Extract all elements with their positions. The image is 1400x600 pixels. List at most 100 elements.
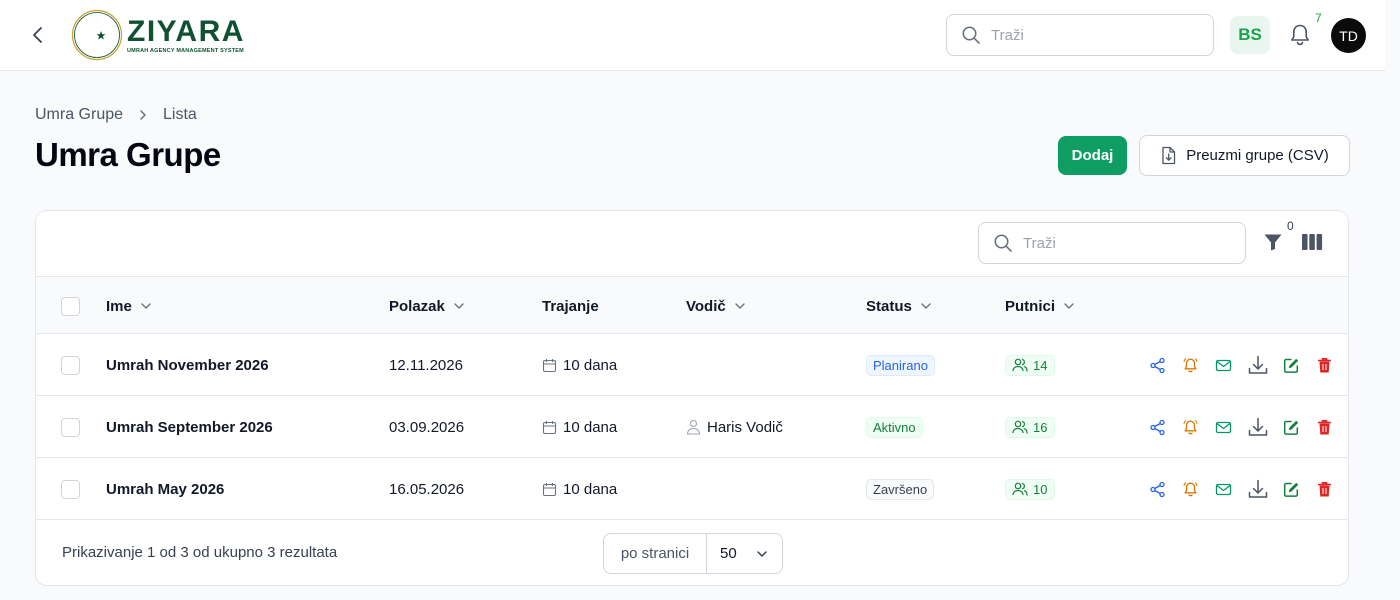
chevron-left-icon bbox=[33, 27, 42, 43]
download-icon bbox=[1248, 417, 1268, 436]
users-icon bbox=[1012, 482, 1028, 496]
per-page-select[interactable]: 50 bbox=[707, 534, 782, 573]
departure-date: 12.11.2026 bbox=[389, 356, 463, 374]
page-scrollbar[interactable] bbox=[1385, 0, 1400, 600]
guide-name: Haris Vodič bbox=[707, 418, 783, 436]
group-name[interactable]: Umrah November 2026 bbox=[106, 334, 269, 396]
column-header-passengers[interactable]: Putnici bbox=[1005, 277, 1075, 335]
row-checkbox[interactable] bbox=[61, 356, 80, 375]
edit-icon bbox=[1283, 420, 1298, 435]
user-avatar[interactable]: TD bbox=[1331, 18, 1366, 53]
user-icon bbox=[686, 419, 701, 435]
reminder-button[interactable] bbox=[1181, 356, 1199, 374]
funnel-icon[interactable] bbox=[1262, 231, 1284, 253]
bell-icon bbox=[1182, 357, 1198, 372]
top-bar: ZIYARA UMRAH AGENCY MANAGEMENT SYSTEM BS… bbox=[0, 0, 1385, 71]
share-button[interactable] bbox=[1148, 418, 1166, 436]
edit-button[interactable] bbox=[1282, 418, 1300, 436]
reminder-button[interactable] bbox=[1181, 480, 1199, 498]
columns-icon[interactable] bbox=[1301, 233, 1323, 251]
share-button[interactable] bbox=[1148, 356, 1166, 374]
row-checkbox[interactable] bbox=[61, 418, 80, 437]
table-header: Ime Polazak Trajanje Vodič Status Putnic… bbox=[36, 276, 1348, 334]
download-button[interactable] bbox=[1247, 416, 1269, 438]
trash-icon bbox=[1317, 357, 1331, 372]
delete-button[interactable] bbox=[1315, 356, 1333, 374]
share-button[interactable] bbox=[1148, 480, 1166, 498]
bell-icon[interactable] bbox=[1287, 22, 1313, 48]
chevron-down-icon bbox=[921, 303, 931, 309]
row-checkbox[interactable] bbox=[61, 480, 80, 499]
calendar-icon bbox=[542, 482, 557, 496]
language-switcher[interactable]: BS bbox=[1230, 16, 1270, 54]
bell-icon bbox=[1182, 419, 1198, 434]
departure-date: 16.05.2026 bbox=[389, 480, 465, 498]
table-search-input[interactable] bbox=[1023, 234, 1223, 252]
table-row[interactable]: Umrah November 2026 12.11.2026 10 dana P… bbox=[36, 334, 1348, 396]
breadcrumb-item-list: Lista bbox=[163, 106, 197, 123]
passengers-cell: 14 bbox=[1005, 334, 1056, 396]
group-name[interactable]: Umrah May 2026 bbox=[106, 458, 224, 520]
email-button[interactable] bbox=[1214, 480, 1232, 498]
email-button[interactable] bbox=[1214, 418, 1232, 436]
chevron-down-icon bbox=[757, 550, 767, 557]
calendar-icon bbox=[542, 420, 557, 434]
back-button[interactable] bbox=[26, 23, 50, 47]
export-csv-label: Preuzmi grupe (CSV) bbox=[1186, 147, 1329, 164]
download-button[interactable] bbox=[1247, 354, 1269, 376]
column-header-status[interactable]: Status bbox=[866, 277, 932, 335]
passengers-cell: 10 bbox=[1005, 458, 1056, 520]
passengers-count: 16 bbox=[1033, 419, 1048, 435]
download-button[interactable] bbox=[1247, 478, 1269, 500]
passengers-badge: 14 bbox=[1005, 354, 1056, 376]
chevron-down-icon bbox=[1064, 303, 1074, 309]
status-badge: Aktivno bbox=[866, 416, 923, 438]
download-icon bbox=[1248, 479, 1268, 498]
duration-value: 10 dana bbox=[563, 418, 618, 436]
status-badge: Planirano bbox=[866, 354, 935, 376]
brand-name: ZIYARA bbox=[127, 14, 245, 48]
crescent-logo-icon bbox=[71, 9, 123, 61]
global-search-input[interactable] bbox=[991, 26, 1191, 44]
column-header-departure[interactable]: Polazak bbox=[389, 277, 465, 335]
brand-logo[interactable]: ZIYARA UMRAH AGENCY MANAGEMENT SYSTEM bbox=[71, 9, 245, 61]
breadcrumb-item-groups[interactable]: Umra Grupe bbox=[35, 106, 123, 124]
status-cell: Planirano bbox=[866, 334, 935, 396]
status-badge: Završeno bbox=[866, 478, 935, 500]
edit-button[interactable] bbox=[1282, 356, 1300, 374]
brand-tagline: UMRAH AGENCY MANAGEMENT SYSTEM bbox=[127, 47, 244, 54]
mail-icon bbox=[1215, 421, 1231, 433]
share-icon bbox=[1149, 481, 1165, 497]
duration-cell: 10 dana bbox=[542, 396, 617, 458]
edit-button[interactable] bbox=[1282, 480, 1300, 498]
duration-value: 10 dana bbox=[563, 480, 618, 498]
delete-button[interactable] bbox=[1315, 480, 1333, 498]
passengers-count: 10 bbox=[1033, 481, 1048, 497]
select-all-checkbox[interactable] bbox=[61, 297, 80, 316]
column-header-name[interactable]: Ime bbox=[106, 277, 152, 335]
email-button[interactable] bbox=[1214, 356, 1232, 374]
passengers-cell: 16 bbox=[1005, 396, 1056, 458]
export-csv-button[interactable]: Preuzmi grupe (CSV) bbox=[1139, 135, 1350, 176]
delete-button[interactable] bbox=[1315, 418, 1333, 436]
row-actions bbox=[1148, 396, 1348, 458]
file-download-icon bbox=[1162, 146, 1176, 165]
groups-table-card: 0 Ime Polazak Trajanje Vodič Status Putn… bbox=[35, 210, 1349, 586]
table-row[interactable]: Umrah September 2026 03.09.2026 10 dana … bbox=[36, 396, 1348, 458]
duration-value: 10 dana bbox=[563, 356, 618, 374]
per-page-label: po stranici bbox=[604, 534, 707, 573]
column-header-guide[interactable]: Vodič bbox=[686, 277, 746, 335]
add-button[interactable]: Dodaj bbox=[1058, 136, 1127, 175]
status-cell: Završeno bbox=[866, 458, 935, 520]
reminder-button[interactable] bbox=[1181, 418, 1199, 436]
column-header-duration: Trajanje bbox=[542, 297, 599, 315]
table-row[interactable]: Umrah May 2026 16.05.2026 10 dana Završe… bbox=[36, 458, 1348, 520]
edit-icon bbox=[1283, 482, 1298, 497]
duration-cell: 10 dana bbox=[542, 458, 617, 520]
notification-count: 7 bbox=[1315, 11, 1322, 25]
status-cell: Aktivno bbox=[866, 396, 923, 458]
global-search[interactable] bbox=[946, 14, 1214, 56]
chevron-down-icon bbox=[454, 303, 464, 309]
table-search[interactable] bbox=[978, 222, 1246, 264]
group-name[interactable]: Umrah September 2026 bbox=[106, 396, 273, 458]
